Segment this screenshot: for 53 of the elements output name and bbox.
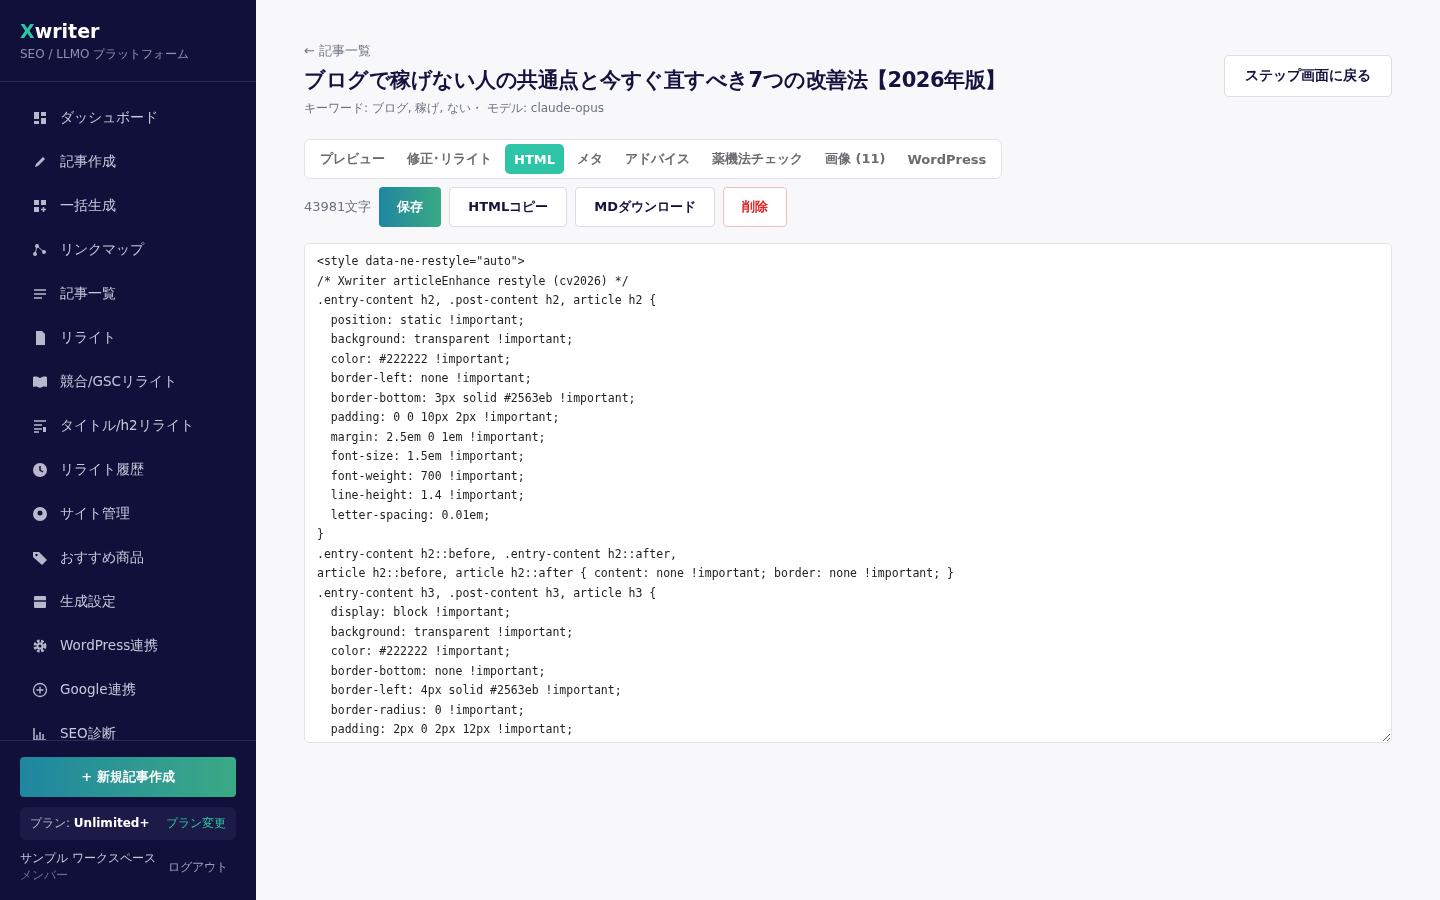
article-meta: キーワード: ブログ, 稼げ, ない・ モデル: claude-opus xyxy=(304,100,606,117)
save-button[interactable]: 保存 xyxy=(379,187,442,227)
book-icon xyxy=(32,374,48,390)
tab[interactable]: 薬機法チェック xyxy=(702,144,812,174)
nav-item[interactable]: おすすめ商品 xyxy=(0,536,256,580)
delete-button[interactable]: 削除 xyxy=(723,187,788,227)
nav-item[interactable]: サイト管理 xyxy=(0,492,256,536)
nav-item[interactable]: 記事一覧 xyxy=(0,272,256,316)
nav-item[interactable]: 生成設定 xyxy=(0,580,256,624)
nav-item[interactable]: WordPress連携 xyxy=(0,624,256,668)
chart-icon xyxy=(32,726,48,740)
list-icon xyxy=(32,418,48,434)
action-button[interactable]: HTMLコピー xyxy=(449,187,568,227)
back-link[interactable]: ← 記事一覧 xyxy=(304,43,372,58)
logo-text: Xwriter xyxy=(20,20,101,42)
grid-icon xyxy=(32,110,48,126)
nav-item[interactable]: SEO診断 xyxy=(0,712,256,740)
nav-item[interactable]: リンクマップ xyxy=(0,228,256,272)
plan-label: プラン: Unlimited+ xyxy=(30,815,150,832)
nav-item[interactable]: ダッシュボード xyxy=(0,96,256,140)
nav-item[interactable]: 記事作成 xyxy=(0,140,256,184)
tab[interactable]: 画像 (11) xyxy=(815,144,895,174)
html-editor[interactable]: <style data-ne-restyle="auto"> /* Xwriter articleEnhance restyle (cv2026) */ .entry-content h2, .post-content h2, article h2 { position: static !important; background: transparent !important; color: #222222 !important; border-left: none !important; border-bottom: 3px solid #2563eb !important; padding: 0 0 10px 2px !important; margin: 2.5em 0 1em !important; font-size: 1.5em !important; font-weight: 700 !important; line-height: 1.4 !important; letter-spacing: 0.01em; } .entry-content h2::before, .entry-content h2::after, article h2::before, article h2::after { content: none !important; border: none !important; } .entry-content h3, .post-content h3, article h3 { display: block !important; background: transparent !important; color: #222222 !important; border-bottom: none !important; border-left: 4px solid #2563eb !important; border-radius: 0 !important; padding: 2px 0 2px 12px !important; xyxy=(304,243,1392,743)
nav-item[interactable]: タイトル/h2リライト xyxy=(0,404,256,448)
workspace-name: サンプル ワークスペース xyxy=(20,850,156,867)
tab[interactable]: メタ xyxy=(567,144,612,174)
character-count: 43981文字 xyxy=(304,198,372,216)
back-to-steps-button[interactable]: ステップ画面に戻る xyxy=(1224,55,1392,97)
article-title: ブログで稼げない人の共通点と今すぐ直すべき7つの改善法【2026年版】 xyxy=(304,67,1006,94)
nav-item[interactable]: リライト履歴 xyxy=(0,448,256,492)
plus-circle-icon xyxy=(32,682,48,698)
nav-item[interactable]: Google連携 xyxy=(0,668,256,712)
box-icon xyxy=(32,594,48,610)
logout-link[interactable]: ログアウト xyxy=(168,858,236,876)
action-button[interactable]: MDダウンロード xyxy=(575,187,716,227)
tab[interactable]: WordPress xyxy=(898,144,996,174)
tab[interactable]: 修正･リライト xyxy=(398,144,501,174)
nav-item[interactable]: 競合/GSCリライト xyxy=(0,360,256,404)
brand-subtitle: SEO / LLMO プラットフォーム xyxy=(20,46,191,63)
plan-change-link[interactable]: プラン変更 xyxy=(166,815,226,832)
nav-item[interactable]: リライト xyxy=(0,316,256,360)
nav-item[interactable]: 一括生成 xyxy=(0,184,256,228)
tab[interactable]: プレビュー xyxy=(311,144,394,174)
workspace-role: メンバー xyxy=(20,867,69,884)
grid-plus-icon xyxy=(32,198,48,214)
nodes-icon xyxy=(32,242,48,258)
new-article-button[interactable]: + 新規記事作成 xyxy=(20,757,236,797)
tag-icon xyxy=(32,550,48,566)
lines-icon xyxy=(32,286,48,302)
clock-icon xyxy=(32,462,48,478)
tab[interactable]: アドバイス xyxy=(615,144,699,174)
pencil-icon xyxy=(32,154,48,170)
gear-icon xyxy=(32,638,48,654)
